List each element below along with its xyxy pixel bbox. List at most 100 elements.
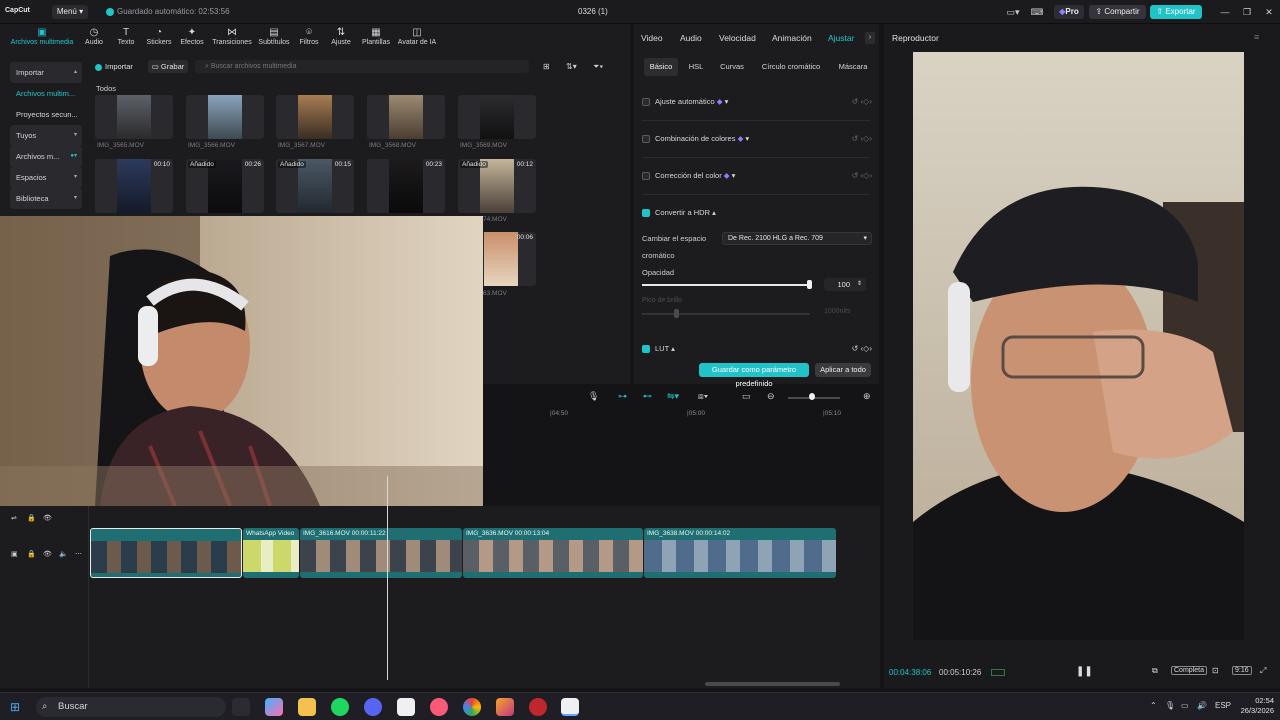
magnet-icon[interactable]: ⊷	[643, 391, 652, 402]
tab-adjust[interactable]: Ajustar	[828, 33, 854, 43]
media-thumb[interactable]: 00:23	[367, 159, 445, 213]
color-match-checkbox[interactable]	[642, 135, 650, 144]
tab-ai-avatar[interactable]: ◫ Avatar de IA	[396, 27, 438, 46]
menu-icon[interactable]: ≡	[1254, 32, 1259, 42]
capcut-icon[interactable]	[397, 698, 415, 716]
crop-icon[interactable]: ⧉	[1152, 666, 1158, 676]
chrome-icon[interactable]	[463, 698, 481, 716]
minimize-icon[interactable]: —	[1215, 5, 1235, 19]
track-settings-icon[interactable]: ⇌	[11, 514, 17, 522]
timeline-clip[interactable]: IMG_3616.MOV 00:00:11:22	[300, 528, 462, 578]
tab-subtitles[interactable]: ▤ Subtítulos	[256, 27, 292, 46]
media-thumb[interactable]: 00:10	[95, 159, 173, 213]
chevron-up-icon[interactable]: ⌃	[1150, 701, 1157, 710]
save-preset-button[interactable]: Guardar como parámetro predefinido	[699, 363, 809, 388]
maximize-icon[interactable]: ❐	[1237, 5, 1257, 19]
stepper-icon[interactable]: ⇕	[857, 278, 862, 291]
lock-icon[interactable]: 🔒	[27, 514, 36, 522]
timeline-scrollbar[interactable]	[705, 682, 840, 686]
color-space-select[interactable]: De Rec. 2100 HLG a Rec. 709 ▾	[722, 232, 872, 245]
record-button[interactable]: ▭ Grabar	[148, 60, 188, 73]
media-thumb[interactable]	[95, 95, 173, 139]
tab-video[interactable]: Video	[641, 33, 663, 43]
share-button[interactable]: ⇪ Compartir	[1089, 5, 1146, 19]
pro-button[interactable]: ◆Pro	[1054, 5, 1084, 19]
layout-icon[interactable]: ▭▾	[1005, 6, 1021, 18]
cover-icon[interactable]: ▣	[11, 550, 18, 558]
menu-button[interactable]: Menú ▾	[52, 5, 88, 19]
grid-view-icon[interactable]: ⊞	[543, 62, 550, 71]
tab-speed[interactable]: Velocidad	[719, 33, 756, 43]
more-icon[interactable]: ⋯	[75, 550, 82, 558]
color-match-row[interactable]: Combinación de colores ◆ ▾ ↺ ‹◇›	[642, 134, 872, 148]
tab-audio[interactable]: Audio	[680, 33, 702, 43]
keyframe-icon[interactable]: ↺ ‹◇›	[852, 134, 872, 143]
tab-adjust[interactable]: ⇅ Ajuste	[328, 27, 354, 46]
sidebar-item-files[interactable]: Archivos m... ●▾	[10, 146, 82, 167]
lut-checkbox[interactable]	[642, 345, 650, 354]
tab-audio[interactable]: ◷ Audio	[82, 27, 106, 46]
video-preview[interactable]	[913, 52, 1244, 640]
task-view-icon[interactable]	[232, 698, 250, 716]
capcut-active-icon[interactable]	[561, 698, 579, 716]
tab-stickers[interactable]: ◔ Stickers	[144, 27, 174, 46]
snap-icon[interactable]: ⇋▾	[667, 391, 679, 402]
taskbar-search[interactable]: ⌕ Buscar	[36, 697, 226, 717]
tab-filters[interactable]: ⌾ Filtros	[296, 27, 322, 46]
windows-start-icon[interactable]: ⊞	[10, 700, 20, 714]
opacity-input[interactable]: 100 ⇕	[824, 278, 866, 291]
language-indicator[interactable]: ESP	[1215, 701, 1231, 710]
chevron-right-icon[interactable]: ›	[865, 32, 875, 44]
spotify-icon[interactable]	[331, 698, 349, 716]
photos-icon[interactable]	[496, 698, 514, 716]
color-correction-row[interactable]: Corrección del color ◆ ▾ ↺ ‹◇›	[642, 171, 872, 185]
sidebar-item-media-files[interactable]: Archivos multim...	[10, 83, 82, 104]
auto-adjust-checkbox[interactable]	[642, 98, 650, 107]
fullscreen-icon[interactable]: ⤢	[1260, 666, 1266, 676]
sidebar-item-import[interactable]: Importar ▴	[10, 62, 82, 83]
filter-icon[interactable]: ⏷▾	[593, 62, 603, 72]
subtab-hsl[interactable]: HSL	[686, 58, 706, 76]
screenshot-icon[interactable]: ⊡	[1212, 666, 1219, 675]
link-icon[interactable]: ⊶	[618, 391, 627, 402]
search-input[interactable]: ⌕ Buscar archivos multimedia	[195, 60, 529, 73]
hdr-row[interactable]: Convertir a HDR ▴	[642, 208, 872, 222]
keyframe-icon[interactable]: ↺ ‹◇›	[852, 344, 872, 353]
app-icon[interactable]	[529, 698, 547, 716]
copilot-icon[interactable]	[265, 698, 283, 716]
timeline-clip[interactable]: IMG_3638.MOV 00:00:14:02	[644, 528, 836, 578]
preview-axis-icon[interactable]: ⧈▾	[698, 391, 708, 402]
subtab-basic[interactable]: Básico	[644, 58, 678, 76]
subtab-curves[interactable]: Curvas	[716, 58, 748, 76]
microphone-icon[interactable]: 🎙	[1165, 701, 1175, 710]
media-thumb[interactable]	[186, 95, 264, 139]
timeline-clip[interactable]	[90, 528, 242, 578]
apply-all-button[interactable]: Aplicar a todo	[815, 363, 871, 377]
timeline-clip[interactable]: IMG_3636.MOV 00:00:13:04	[463, 528, 643, 578]
media-thumb[interactable]: Añadido 00:12	[458, 159, 536, 213]
lock-icon[interactable]: 🔒	[27, 550, 36, 558]
tab-media[interactable]: ▣ Archivos multimedia	[8, 27, 76, 46]
media-thumb[interactable]: Añadido 00:26	[186, 159, 264, 213]
zoom-in-icon[interactable]: ⊕	[863, 391, 871, 402]
media-thumb[interactable]: Añadido 00:15	[276, 159, 354, 213]
volume-icon[interactable]: 🔊	[1197, 701, 1207, 710]
keyframe-icon[interactable]: ↺ ‹◇›	[852, 97, 872, 106]
keyframe-icon[interactable]: ↺ ‹◇›	[852, 171, 872, 180]
timeline-clip[interactable]: WhatsApp Video	[243, 528, 299, 578]
zoom-out-icon[interactable]: ⊖	[767, 391, 775, 402]
monitor-icon[interactable]: ▭	[1181, 701, 1189, 710]
subtitle-track-icon[interactable]: ▭	[742, 391, 751, 402]
pause-icon[interactable]: ❚❚	[1076, 666, 1093, 677]
sort-icon[interactable]: ⇅▾	[566, 62, 577, 71]
volume-icon[interactable]: 🔈	[59, 550, 68, 558]
lut-row[interactable]: LUT ▴ ↺ ‹◇›	[642, 344, 872, 358]
zoom-slider-knob[interactable]	[809, 393, 815, 400]
close-icon[interactable]: ✕	[1259, 5, 1279, 19]
subtab-color-wheel[interactable]: Círculo cromático	[758, 58, 824, 76]
opacity-slider-knob[interactable]	[807, 280, 812, 289]
color-correction-checkbox[interactable]	[642, 172, 650, 181]
music-icon[interactable]	[430, 698, 448, 716]
sidebar-item-yours[interactable]: Tuyos ▾	[10, 125, 82, 146]
auto-adjust-row[interactable]: Ajuste automático ◆ ▾ ↺ ‹◇›	[642, 97, 872, 111]
